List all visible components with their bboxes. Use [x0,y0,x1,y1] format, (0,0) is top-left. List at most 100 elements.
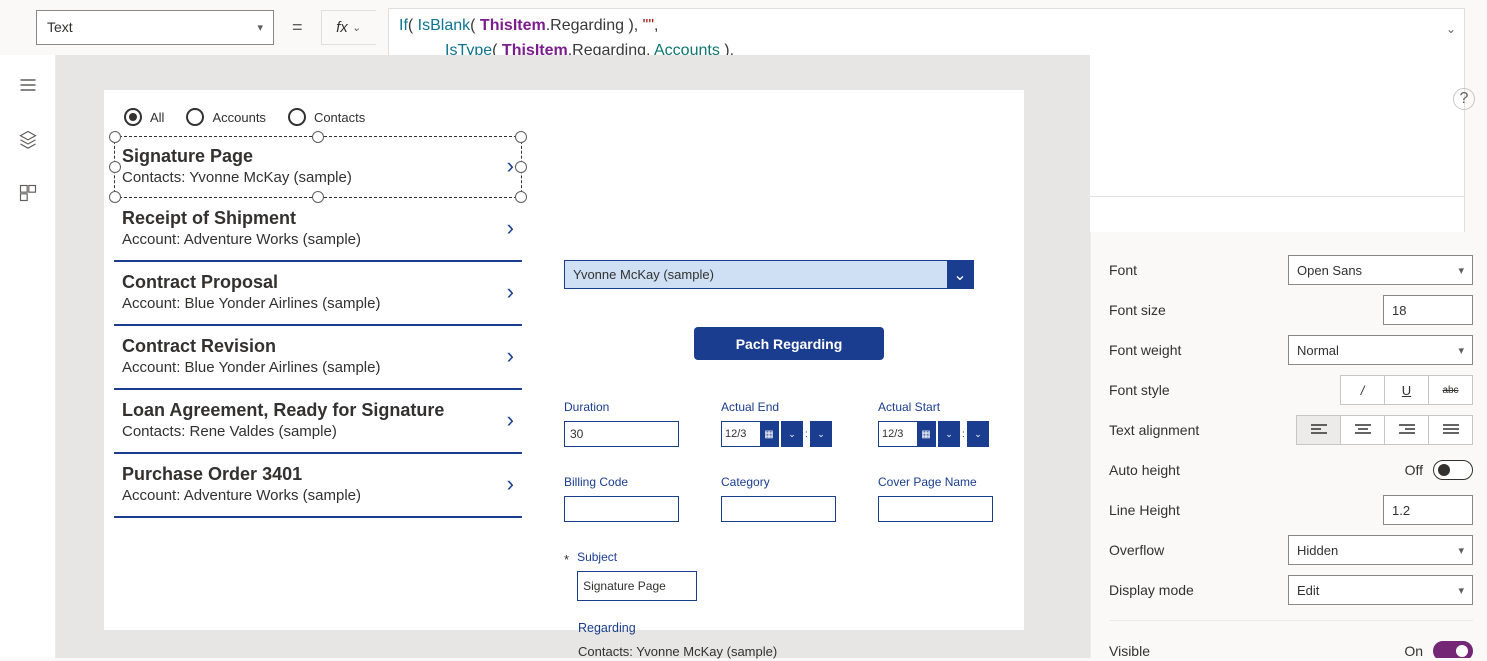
auto-height-toggle[interactable]: Off [1405,460,1473,480]
divider [1109,620,1473,621]
left-rail [0,55,56,658]
list-item[interactable]: Loan Agreement, Ready for SignatureConta… [114,390,522,454]
chevron-right-icon[interactable]: › [507,471,514,497]
button-label: Pach Regarding [736,336,843,352]
line-height-input[interactable]: 1.2 [1383,495,1473,525]
field-label: Duration [564,400,719,414]
billing-code-field: Billing Code [564,475,719,522]
prop-label-font-style: Font style [1109,382,1170,398]
chevron-down-icon: ▾ [1458,344,1464,357]
field-label: Subject [577,550,697,564]
list-item[interactable]: Signature PageContacts: Yvonne McKay (sa… [114,136,522,198]
chevron-right-icon[interactable]: › [507,343,514,369]
align-justify-button[interactable] [1428,415,1473,445]
chevron-right-icon[interactable]: › [507,153,514,179]
prop-label-overflow: Overflow [1109,542,1164,558]
align-right-button[interactable] [1384,415,1429,445]
list-item[interactable]: Purchase Order 3401 Account: Adventure Wo… [114,454,522,518]
actual-end-date-input[interactable]: 12/3▦ [721,421,779,447]
property-selector-value: Text [47,19,73,35]
radio-all[interactable]: All [124,108,164,126]
underline-button[interactable]: U [1384,375,1429,405]
prop-label-font-weight: Font weight [1109,342,1181,358]
resize-handle[interactable] [515,191,527,203]
radio-accounts-label: Accounts [212,110,265,125]
components-icon[interactable] [18,183,38,203]
list-item-title: Contract Proposal [122,272,380,293]
time-hour-dropdown[interactable]: ⌄ [781,421,803,447]
list-item-subtitle: Account: Blue Yonder Airlines (sample) [122,359,380,376]
resize-handle[interactable] [312,191,324,203]
resize-handle[interactable] [515,161,527,173]
list-item[interactable]: Receipt of ShipmentAccount: Adventure Wo… [114,198,522,262]
radio-contacts-label: Contacts [314,110,365,125]
patch-regarding-button[interactable]: Pach Regarding [694,327,884,360]
cover-page-input[interactable] [878,496,993,522]
category-input[interactable] [721,496,836,522]
detail-form: Yvonne McKay (sample) ⌄ Pach Regarding D… [564,260,1014,661]
list-item[interactable]: Contract ProposalAccount: Blue Yonder Ai… [114,262,522,326]
calendar-icon[interactable]: ▦ [917,422,935,446]
prop-label-font-size: Font size [1109,302,1166,318]
align-left-button[interactable] [1296,415,1341,445]
billing-code-input[interactable] [564,496,679,522]
fx-button[interactable]: fx ⌄ [321,10,376,45]
regarding-combobox[interactable]: Yvonne McKay (sample) ⌄ [564,260,974,289]
resize-handle[interactable] [109,191,121,203]
overflow-select[interactable]: Hidden▾ [1288,535,1473,565]
chevron-right-icon[interactable]: › [507,279,514,305]
align-center-button[interactable] [1340,415,1385,445]
help-icon[interactable]: ? [1453,88,1475,110]
font-style-group: / U abc [1341,375,1473,405]
time-minute-dropdown[interactable]: ⌄ [810,421,832,447]
chevron-down-icon: ▾ [257,21,263,34]
display-mode-select[interactable]: Edit▾ [1288,575,1473,605]
token: If [399,17,408,34]
time-minute-dropdown[interactable]: ⌄ [967,421,989,447]
strikethrough-button[interactable]: abc [1428,375,1473,405]
category-field: Category [721,475,876,522]
field-label: Category [721,475,876,489]
field-label: Billing Code [564,475,719,489]
list-item-subtitle: Account: Adventure Works (sample) [122,487,361,504]
visible-toggle[interactable]: On [1404,641,1473,658]
list-item-title: Loan Agreement, Ready for Signature [122,400,444,421]
prop-label-line-height: Line Height [1109,502,1180,518]
duration-field: Duration 30 [564,400,719,447]
resize-handle[interactable] [515,131,527,143]
font-select[interactable]: Open Sans▾ [1288,255,1473,285]
regarding-readonly: Regarding Contacts: Yvonne McKay (sample… [564,621,1014,661]
duration-input[interactable]: 30 [564,421,679,447]
chevron-down-icon: ▾ [1458,584,1464,597]
resize-handle[interactable] [312,131,324,143]
chevron-down-icon[interactable]: ⌄ [947,261,973,288]
prop-label-display-mode: Display mode [1109,582,1194,598]
radio-accounts[interactable]: Accounts [186,108,265,126]
layers-icon[interactable] [18,129,38,149]
actual-end-field: Actual End 12/3▦ ⌄ : ⌄ [721,400,876,447]
hamburger-icon[interactable] [18,75,38,95]
text-align-group [1297,415,1473,445]
chevron-right-icon[interactable]: › [507,215,514,241]
prop-label-text-alignment: Text alignment [1109,422,1199,438]
required-indicator: * [564,552,569,567]
list-item-title: Purchase Order 3401 [122,464,361,485]
font-weight-select[interactable]: Normal▾ [1288,335,1473,365]
italic-button[interactable]: / [1340,375,1385,405]
cover-page-field: Cover Page Name [878,475,1033,522]
font-size-input[interactable]: 18 [1383,295,1473,325]
time-hour-dropdown[interactable]: ⌄ [938,421,960,447]
calendar-icon[interactable]: ▦ [760,422,778,446]
resize-handle[interactable] [109,161,121,173]
actual-start-date-input[interactable]: 12/3▦ [878,421,936,447]
resize-handle[interactable] [109,131,121,143]
collapse-formula-icon[interactable]: ⌄ [1446,17,1456,42]
list-item[interactable]: Contract RevisionAccount: Blue Yonder Ai… [114,326,522,390]
app-preview: All Accounts Contacts Signature PageCont… [104,90,1024,630]
subject-input[interactable]: Signature Page [577,571,697,601]
equals-sign: = [292,17,303,38]
radio-contacts[interactable]: Contacts [288,108,365,126]
property-selector[interactable]: Text ▾ [36,10,274,45]
chevron-right-icon[interactable]: › [507,407,514,433]
radio-all-label: All [150,110,164,125]
